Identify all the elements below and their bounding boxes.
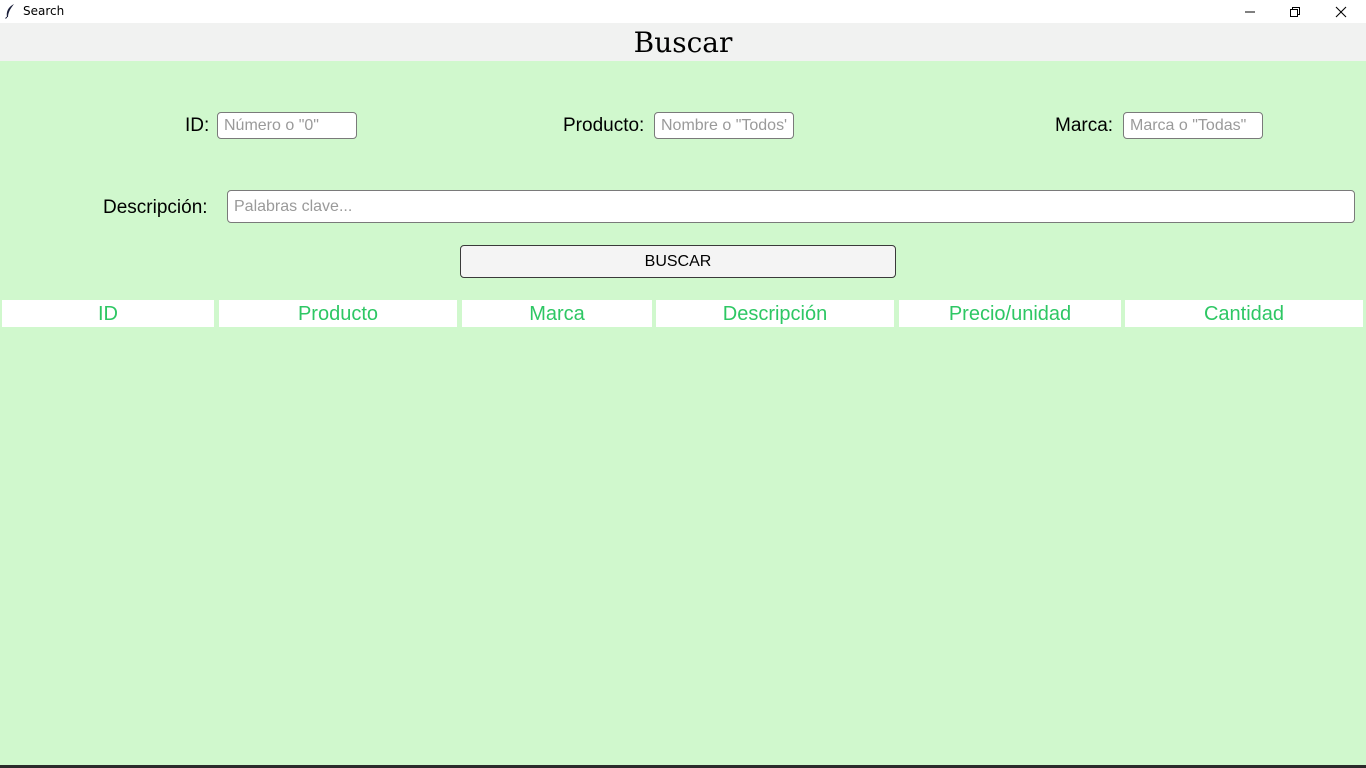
descripcion-label: Descripción: [103,197,208,218]
window-title: Search [23,4,65,18]
id-label: ID: [185,115,210,136]
column-header-cantidad: Cantidad [1125,300,1363,327]
descripcion-input[interactable] [227,190,1355,223]
marca-input[interactable] [1123,112,1263,139]
column-header-producto: Producto [219,300,457,327]
column-header-id: ID [2,300,214,327]
id-input[interactable] [217,112,357,139]
restore-button[interactable] [1272,0,1318,23]
restore-icon [1290,6,1300,17]
page-title: Buscar [633,26,733,59]
close-button[interactable] [1318,0,1364,23]
marca-label: Marca: [1055,115,1114,136]
buscar-button[interactable]: BUSCAR [460,245,896,278]
minimize-button[interactable] [1227,0,1273,23]
column-header-marca: Marca [462,300,652,327]
column-header-descripcion: Descripción [656,300,894,327]
title-bar: Search [0,0,1366,23]
column-header-precio-unidad: Precio/unidad [899,300,1121,327]
minimize-icon [1245,11,1255,12]
producto-input[interactable] [654,112,794,139]
feather-icon [5,4,14,19]
producto-label: Producto: [563,115,645,136]
close-icon [1335,6,1347,17]
